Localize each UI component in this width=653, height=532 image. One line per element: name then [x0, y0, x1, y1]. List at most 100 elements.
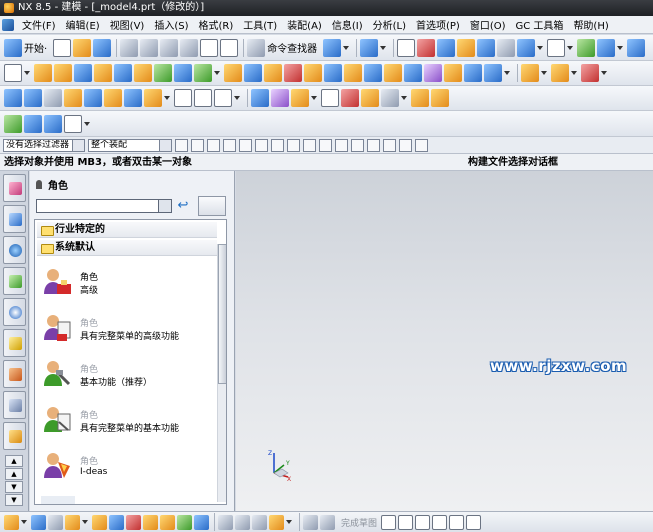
snap-quadrant-icon[interactable]: [367, 138, 380, 152]
document-menu-icon[interactable]: [2, 18, 14, 31]
chevron-down-icon[interactable]: [617, 45, 624, 50]
fastener-icon[interactable]: [143, 514, 158, 530]
trim-body-icon[interactable]: [364, 64, 382, 82]
chevron-down-icon[interactable]: [21, 520, 27, 524]
chevron-down-icon[interactable]: [380, 45, 387, 50]
add-component-icon[interactable]: [24, 89, 42, 107]
role-item-ideas[interactable]: 角色 I-deas: [37, 446, 217, 490]
menu-view[interactable]: 视图(V): [105, 17, 150, 32]
role-item-essentials-full-menus[interactable]: 角色 具有完整菜单的基本功能: [37, 400, 217, 444]
selection-icon[interactable]: [323, 38, 342, 57]
resource-tab-web-browser[interactable]: [3, 236, 26, 264]
cut-icon[interactable]: [120, 38, 139, 57]
boss-icon[interactable]: [154, 64, 172, 82]
block-icon[interactable]: [74, 64, 92, 82]
gear-icon[interactable]: [381, 89, 399, 107]
chevron-down-icon[interactable]: [504, 71, 510, 75]
delete-face-icon[interactable]: [581, 64, 599, 82]
wrench-icon[interactable]: [235, 514, 250, 530]
chevron-down-icon[interactable]: [84, 121, 90, 126]
selection-scope-dropdown[interactable]: 整个装配: [88, 138, 172, 152]
role-item-essentials[interactable]: 角色 基本功能（推荐）: [37, 354, 217, 398]
pan-icon[interactable]: [457, 38, 476, 57]
snap-midpoint-icon[interactable]: [303, 138, 316, 152]
menu-tools[interactable]: 工具(T): [238, 17, 282, 32]
chevron-down-icon[interactable]: [82, 520, 88, 524]
chamfer-icon[interactable]: [304, 64, 322, 82]
new-component-icon[interactable]: [44, 89, 62, 107]
chevron-down-icon[interactable]: [24, 71, 30, 75]
mate-icon[interactable]: [64, 89, 82, 107]
measure-angle-icon[interactable]: [194, 89, 212, 107]
snap-endpoint-icon[interactable]: [287, 138, 300, 152]
profile-icon[interactable]: [381, 514, 397, 530]
start-button[interactable]: 开始·: [24, 40, 47, 55]
chevron-down-icon[interactable]: [234, 96, 240, 100]
assembly-tools-icon[interactable]: [144, 89, 162, 107]
menu-edit[interactable]: 编辑(E): [61, 17, 105, 32]
undo-icon[interactable]: [200, 38, 219, 57]
resource-tab-system-materials[interactable]: [3, 329, 26, 357]
rectangle-icon[interactable]: [466, 514, 482, 530]
circle-icon[interactable]: [432, 514, 448, 530]
start-icon[interactable]: [4, 38, 22, 57]
graphics-window[interactable]: www.rjzxw.com Z X Y: [236, 171, 653, 511]
motion-icon[interactable]: [194, 514, 209, 530]
select-all-icon[interactable]: [191, 138, 204, 152]
snap-point-icon[interactable]: [397, 38, 416, 57]
new-file-icon[interactable]: [53, 38, 72, 57]
resource-scroll-up-button[interactable]: ▲: [5, 455, 23, 467]
spring-icon[interactable]: [251, 89, 269, 107]
face-select-icon[interactable]: [271, 138, 284, 152]
split-body-icon[interactable]: [384, 64, 402, 82]
shell-icon[interactable]: [324, 64, 342, 82]
menu-preferences[interactable]: 首选项(P): [411, 17, 465, 32]
star-feature-icon[interactable]: [65, 514, 80, 530]
chevron-down-icon[interactable]: [401, 96, 407, 100]
datum-axis-icon[interactable]: [194, 64, 212, 82]
chevron-down-icon[interactable]: [164, 96, 170, 100]
finish-sketch-icon[interactable]: [320, 514, 335, 530]
route-icon[interactable]: [92, 514, 107, 530]
layer-icon[interactable]: [577, 38, 596, 57]
folder-system-default[interactable]: 系统默认: [37, 240, 217, 256]
mold-icon[interactable]: [160, 514, 175, 530]
finish-sketch-button[interactable]: 完成草图: [341, 516, 377, 529]
delete-icon[interactable]: [180, 38, 199, 57]
curve-tools-icon[interactable]: [218, 514, 233, 530]
sketch-icon[interactable]: [4, 64, 22, 82]
move-face-icon[interactable]: [484, 64, 502, 82]
part-group-icon[interactable]: [411, 89, 429, 107]
snap-point-on-curve-icon[interactable]: [399, 138, 412, 152]
fit-view-icon[interactable]: [417, 38, 436, 57]
sync-modeling-icon[interactable]: [551, 64, 569, 82]
section-view-icon[interactable]: [31, 514, 46, 530]
pattern-icon[interactable]: [444, 64, 462, 82]
resource-tab-hd3d[interactable]: [3, 391, 26, 419]
open-folder-icon[interactable]: [73, 38, 92, 57]
check-mate-icon[interactable]: [177, 514, 192, 530]
wireframe-icon[interactable]: [48, 514, 63, 530]
thicken-icon[interactable]: [424, 64, 442, 82]
resource-tab-reuse-library[interactable]: [3, 267, 26, 295]
chevron-down-icon[interactable]: [343, 45, 350, 50]
sketch-grid-icon[interactable]: [303, 514, 318, 530]
intersect-icon[interactable]: [264, 64, 282, 82]
snap-arc-icon[interactable]: [335, 138, 348, 152]
measure-distance-icon[interactable]: [174, 89, 192, 107]
chart-icon[interactable]: [341, 89, 359, 107]
axis-tool-icon[interactable]: [64, 114, 82, 133]
assembly-navigator-icon[interactable]: [4, 89, 22, 107]
snap-intersection-icon[interactable]: [383, 138, 396, 152]
menu-format[interactable]: 格式(R): [194, 17, 239, 32]
background-icon[interactable]: [547, 38, 566, 57]
resource-tab-assembly-navigator[interactable]: [3, 174, 26, 202]
move-component-icon[interactable]: [84, 89, 102, 107]
fillet-icon[interactable]: [449, 514, 465, 530]
scrollbar-thumb[interactable]: [218, 244, 226, 384]
mark-icon[interactable]: [126, 514, 141, 530]
folder-industry-specific[interactable]: 行业特定的: [37, 222, 217, 238]
menu-help[interactable]: 帮助(H): [568, 17, 613, 32]
pin-icon[interactable]: [36, 180, 42, 189]
resource-scroll-end-button[interactable]: ▼: [5, 494, 23, 506]
